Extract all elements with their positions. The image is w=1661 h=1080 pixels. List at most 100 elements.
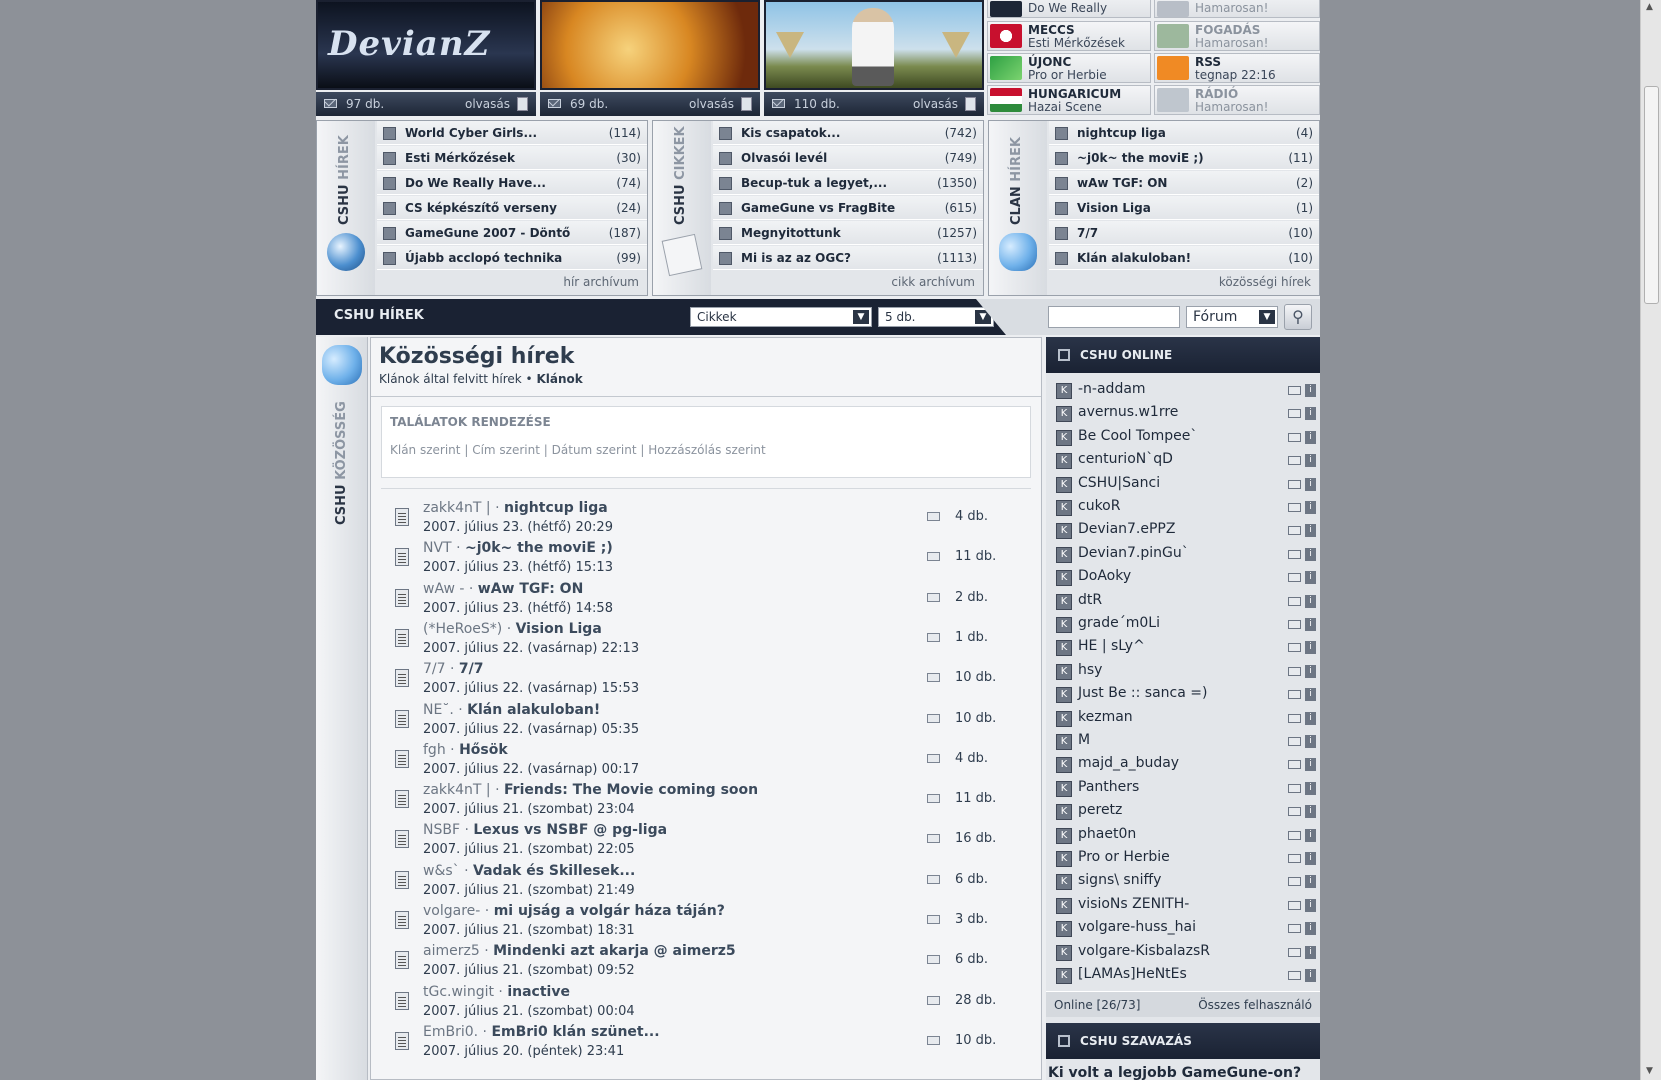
user-name[interactable]: volgare-KisbalazsR	[1078, 943, 1210, 959]
sort-by-comments[interactable]: Hozzászólás szerint	[648, 443, 765, 457]
info-icon[interactable]: i	[1305, 711, 1316, 725]
news-item[interactable]: wAw TGF: ON (2)	[1049, 171, 1319, 195]
news-title[interactable]: nightcup liga	[1077, 121, 1166, 145]
user-name[interactable]: peretz	[1078, 802, 1122, 818]
online-user[interactable]: KcukoR i	[1054, 496, 1316, 519]
user-name[interactable]: grade´m0Li	[1078, 615, 1160, 631]
online-user[interactable]: KdtR i	[1054, 590, 1316, 613]
news-item[interactable]: 7/7 (10)	[1049, 221, 1319, 245]
user-name[interactable]: signs\ sniffy	[1078, 872, 1161, 888]
quicklink-radio[interactable]: RÁDIÓ Hamarosan!	[1154, 85, 1320, 115]
info-icon[interactable]: i	[1305, 547, 1316, 561]
message-icon[interactable]	[1288, 620, 1301, 629]
read-link[interactable]: olvasás	[465, 92, 510, 116]
item-title[interactable]: 7/7	[459, 661, 484, 677]
item-author[interactable]: aimerz5	[423, 943, 480, 959]
banner-bar-3[interactable]: 110 db. olvasás	[764, 92, 984, 116]
message-icon[interactable]	[1288, 549, 1301, 559]
news-title[interactable]: Megnyitottunk	[741, 221, 841, 245]
list-item[interactable]: aimerz5 · Mindenki azt akarja @ aimerz5 2…	[381, 943, 1031, 983]
item-author[interactable]: zakk4nT |	[423, 782, 491, 798]
item-author[interactable]: EmBri0.	[423, 1024, 478, 1040]
item-author[interactable]: NSBF	[423, 822, 460, 838]
message-icon[interactable]	[1288, 830, 1301, 840]
news-item[interactable]: CS képkészítő verseny (24)	[377, 196, 647, 220]
message-icon[interactable]	[1288, 877, 1301, 887]
item-author[interactable]: tGc.wingit	[423, 984, 494, 1000]
online-user[interactable]: Kgrade´m0Li i	[1054, 613, 1316, 636]
news-title[interactable]: Becup-tuk a legyet,...	[741, 171, 887, 195]
online-user[interactable]: K Just Be :: sanca =) i	[1054, 683, 1316, 706]
page-scrollbar[interactable]: ▲ ▼	[1640, 0, 1661, 1080]
news-title[interactable]: 7/7	[1077, 221, 1098, 245]
banner-bar-1[interactable]: 97 db. olvasás	[316, 92, 536, 116]
user-name[interactable]: volgare-huss_hai	[1078, 919, 1196, 935]
sort-by-clan[interactable]: Klán szerint	[390, 443, 461, 457]
item-author[interactable]: volgare-	[423, 903, 480, 919]
user-name[interactable]: kezman	[1078, 709, 1133, 725]
news-title[interactable]: Esti Mérkőzések	[405, 146, 515, 170]
info-icon[interactable]: i	[1305, 571, 1316, 585]
user-name[interactable]: Pro or Herbie	[1078, 849, 1170, 865]
news-title[interactable]: ~j0k~ the moviE ;)	[1077, 146, 1204, 170]
item-author[interactable]: wAw -	[423, 581, 464, 597]
online-user[interactable]: KMi	[1054, 730, 1316, 753]
item-title[interactable]: ~j0k~ the moviE ;)	[465, 540, 613, 556]
news-title[interactable]: Do We Really Have...	[405, 171, 546, 195]
info-icon[interactable]: i	[1305, 735, 1316, 748]
online-user[interactable]: K Devian7.ePPZ i	[1054, 519, 1316, 542]
news-title[interactable]: Kis csapatok...	[741, 121, 840, 145]
news-item[interactable]: World Cyber Girls... (114)	[377, 121, 647, 145]
quicklink-hungaricum[interactable]: HUNGARICUM Hazai Scene	[987, 85, 1151, 115]
quicklink-ujonc[interactable]: ÚJONC Pro or Herbie	[987, 53, 1151, 83]
info-icon[interactable]: i	[1305, 524, 1316, 538]
message-icon[interactable]	[1288, 386, 1301, 395]
message-icon[interactable]	[1288, 947, 1301, 957]
news-item[interactable]: nightcup liga (4)	[1049, 121, 1319, 145]
message-icon[interactable]	[1288, 409, 1301, 419]
user-name[interactable]: HE | sLy^	[1078, 638, 1145, 654]
info-icon[interactable]: i	[1305, 477, 1316, 491]
info-icon[interactable]: i	[1305, 688, 1316, 702]
list-item[interactable]: zakk4nT | · Friends: The Movie coming so…	[381, 782, 1031, 822]
news-title[interactable]: GameGune vs FragBite	[741, 196, 895, 220]
message-icon[interactable]	[1288, 479, 1301, 489]
info-icon[interactable]: i	[1305, 664, 1316, 678]
online-user[interactable]: Kvolgare-KisbalazsR i	[1054, 941, 1316, 964]
item-author[interactable]: zakk4nT |	[423, 500, 491, 516]
scroll-up-icon[interactable]: ▲	[1646, 2, 1653, 12]
message-icon[interactable]	[1288, 643, 1301, 653]
list-item[interactable]: NVT · ~j0k~ the moviE ;) 2007. július 23.…	[381, 540, 1031, 580]
user-name[interactable]: Be Cool Tompee`	[1078, 428, 1197, 444]
online-user[interactable]: Kvolgare-huss_hai i	[1054, 917, 1316, 940]
info-icon[interactable]: i	[1305, 922, 1316, 936]
item-title[interactable]: Lexus vs NSBF @ pg-liga	[473, 822, 667, 838]
archive-link[interactable]: cikk archívum	[891, 275, 975, 289]
breadcrumb-link[interactable]: Klánok	[536, 372, 582, 386]
item-author[interactable]: 7/7	[423, 661, 446, 677]
user-name[interactable]: -n-addam	[1078, 381, 1146, 397]
archive-link[interactable]: közösségi hírek	[1219, 275, 1311, 289]
news-item[interactable]: Klán alakuloban! (10)	[1049, 246, 1319, 270]
user-name[interactable]: CSHU|Sanci	[1078, 475, 1160, 491]
message-icon[interactable]	[1288, 596, 1301, 606]
list-item[interactable]: tGc.wingit · inactive 2007. július 21. (s…	[381, 984, 1031, 1024]
info-icon[interactable]: i	[1305, 805, 1316, 819]
list-item[interactable]: 7/7 · 7/7 2007. július 22. (vasárnap) 15:…	[381, 661, 1031, 701]
list-item[interactable]: w&s` · Vadak és Skillesek... 2007. július…	[381, 863, 1031, 903]
online-user[interactable]: K [LAMAs]HeNtEs i	[1054, 964, 1316, 987]
message-icon[interactable]	[1288, 526, 1301, 536]
online-user[interactable]: Kphaet0n i	[1054, 824, 1316, 847]
user-name[interactable]: Devian7.ePPZ	[1078, 521, 1175, 537]
news-title[interactable]: Újabb acclopó technika	[405, 246, 562, 270]
banner-devianz[interactable]: DevianZ	[316, 0, 536, 90]
list-item[interactable]: EmBri0. · EmBri0 klán szünet... 2007. júl…	[381, 1024, 1031, 1064]
list-item[interactable]: fgh · Hősök 2007. július 22. (vasárnap) 0…	[381, 742, 1031, 782]
online-user[interactable]: Kperetz i	[1054, 800, 1316, 823]
item-author[interactable]: fgh	[423, 742, 446, 758]
info-icon[interactable]: i	[1305, 384, 1316, 397]
info-icon[interactable]: i	[1305, 758, 1316, 772]
news-item[interactable]: Újabb acclopó technika (99)	[377, 246, 647, 270]
news-item[interactable]: Esti Mérkőzések (30)	[377, 146, 647, 170]
item-title[interactable]: Vision Liga	[516, 621, 602, 637]
